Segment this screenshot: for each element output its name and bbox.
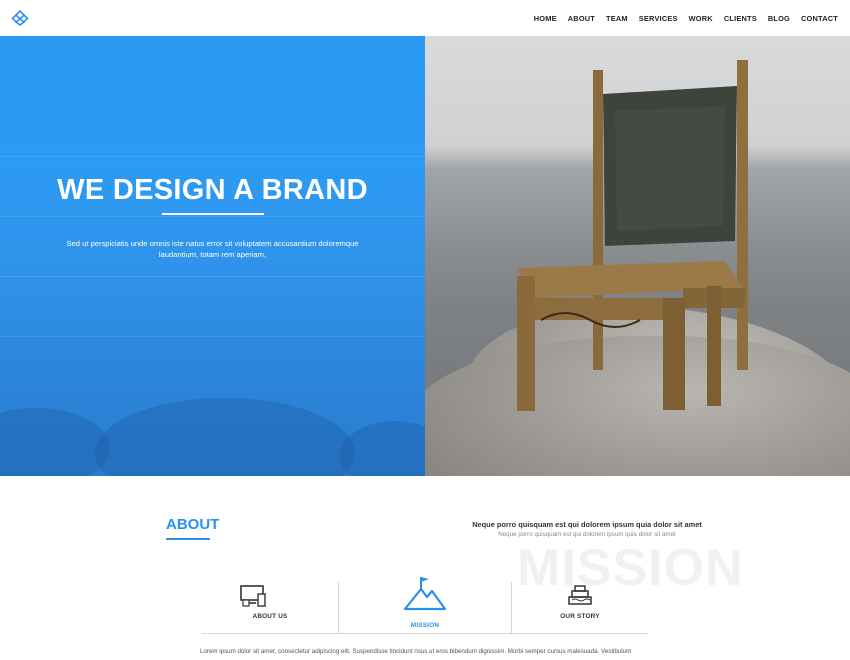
tab-about-us-label: ABOUT US (252, 613, 288, 620)
about-section-title: ABOUT (166, 516, 220, 533)
wave-line (0, 156, 425, 157)
mission-subheading: Neque porro quisquam est qui dolorem ips… (498, 531, 676, 538)
tab-about-us[interactable]: ABOUT US (202, 582, 338, 634)
nav-team-link[interactable]: TEAM (606, 14, 628, 23)
monitor-devices-icon (240, 585, 266, 607)
tab-mission[interactable]: MISSION (339, 577, 511, 634)
brand-logo-icon[interactable] (11, 9, 29, 27)
hero-section: WE DESIGN A BRAND Sed ut perspiciatis un… (0, 36, 850, 476)
tab-our-story-label: OUR STORY (560, 613, 600, 620)
about-body-text: Lorem ipsum dolor sit amet, consectetur … (200, 648, 632, 655)
nav-home-link[interactable]: HOME (534, 14, 557, 23)
nav-blog-link[interactable]: BLOG (768, 14, 790, 23)
tab-our-story[interactable]: OUR STORY (512, 582, 648, 634)
top-navbar: HOME ABOUT TEAM SERVICES WORK CLIENTS BL… (0, 0, 850, 36)
chair-illustration (517, 60, 748, 411)
nav-work-link[interactable]: WORK (689, 14, 713, 23)
nav-services-link[interactable]: SERVICES (639, 14, 678, 23)
hero-subtitle: Sed ut perspiciatis unde omnis iste natu… (66, 239, 359, 259)
wave-line (0, 276, 425, 277)
nav-clients-link[interactable]: CLIENTS (724, 14, 757, 23)
nav-contact-link[interactable]: CONTACT (801, 14, 838, 23)
tab-mission-label: MISSION (410, 622, 440, 629)
nav-about-link[interactable]: ABOUT (568, 14, 595, 23)
wave-line (0, 216, 425, 217)
rock-shape (95, 398, 355, 476)
mountain-flag-icon (403, 577, 447, 611)
cake-icon (568, 585, 592, 605)
rock-shape (340, 421, 425, 476)
hero-heading: WE DESIGN A BRAND (57, 174, 368, 206)
main-menu: HOME ABOUT TEAM SERVICES WORK CLIENTS BL… (523, 0, 838, 36)
rock-shape (0, 408, 110, 476)
about-tabs: ABOUT US MISSION OUR STORY (202, 577, 648, 634)
mission-heading: Neque porro quisquam est qui dolorem ips… (472, 520, 702, 529)
hero-photo-chair-on-beach (425, 36, 850, 476)
hero-heading-underline (162, 213, 264, 215)
wave-line (0, 336, 425, 337)
about-title-underline (166, 538, 210, 540)
